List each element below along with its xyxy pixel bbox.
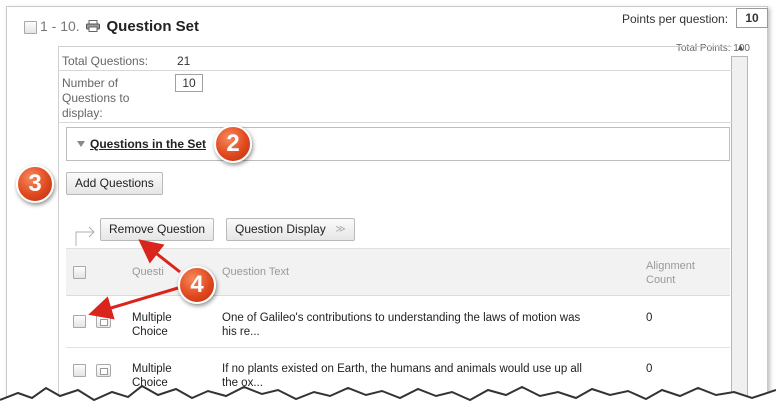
total-questions-value: 21 [177, 54, 191, 68]
question-set-title: Question Set [106, 18, 199, 35]
questions-table-header: Questi Question Text Alignment Count [66, 248, 730, 296]
multiple-choice-icon [96, 315, 111, 328]
double-chevron-down-icon: ≫ [335, 224, 346, 235]
divider [58, 70, 732, 71]
points-per-question-input[interactable]: 10 [736, 8, 768, 28]
question-text-column-header[interactable]: Question Text [222, 266, 289, 278]
remove-question-button[interactable]: Remove Question [100, 218, 215, 241]
alignment-count: 0 [646, 363, 653, 375]
question-display-button[interactable]: Question Display ≫ [226, 218, 355, 241]
callout-badge-2: 2 [214, 125, 252, 163]
collapse-triangle-icon[interactable] [77, 141, 85, 147]
row-checkbox[interactable] [73, 364, 86, 377]
question-text-line2[interactable]: his re... [222, 325, 260, 339]
question-type-line1: Multiple [132, 312, 172, 324]
questions-to-display-label-line1: Number of [62, 76, 119, 90]
questions-to-display-label-line2: Questions to [62, 91, 130, 105]
question-display-label: Question Display [235, 222, 326, 236]
question-type-column-header[interactable]: Questi [132, 266, 164, 278]
callout-badge-4: 4 [178, 266, 216, 304]
vertical-scrollbar[interactable] [731, 56, 748, 414]
question-set-heading: 1 - 10. Question Set [40, 18, 199, 35]
questions-in-set-section[interactable]: Questions in the Set [66, 127, 730, 161]
points-per-question-label: Points per question: [622, 12, 729, 26]
questions-to-display-label-line3: display: [62, 106, 103, 120]
bulk-action-arrow-icon [75, 226, 95, 246]
multiple-choice-icon [96, 364, 111, 377]
question-number-range: 1 - 10. [40, 18, 80, 34]
question-set-icon [85, 19, 100, 32]
total-questions-label: Total Questions: [62, 54, 149, 68]
select-all-checkbox[interactable] [73, 266, 86, 279]
question-text-line1[interactable]: One of Galileo's contributions to unders… [222, 311, 580, 325]
row-checkbox[interactable] [73, 315, 86, 328]
alignment-count: 0 [646, 312, 653, 324]
add-questions-button[interactable]: Add Questions [66, 172, 163, 195]
divider [58, 122, 732, 123]
question-text-line1[interactable]: If no plants existed on Earth, the human… [222, 362, 582, 376]
question-type-line1: Multiple [132, 363, 172, 375]
questions-to-display-input[interactable]: 10 [175, 74, 203, 92]
question-set-checkbox[interactable] [24, 21, 37, 34]
alignment-count-column-header-line2[interactable]: Count [646, 274, 675, 286]
table-row: Multiple Choice One of Galileo's contrib… [66, 300, 730, 348]
questions-in-set-link[interactable]: Questions in the Set [90, 137, 206, 151]
scroll-up-arrow-icon[interactable]: ▲ [736, 42, 745, 52]
question-type-line2: Choice [132, 326, 168, 338]
callout-badge-3: 3 [16, 165, 54, 203]
torn-paper-edge [0, 384, 776, 419]
alignment-count-column-header-line1[interactable]: Alignment [646, 260, 695, 272]
